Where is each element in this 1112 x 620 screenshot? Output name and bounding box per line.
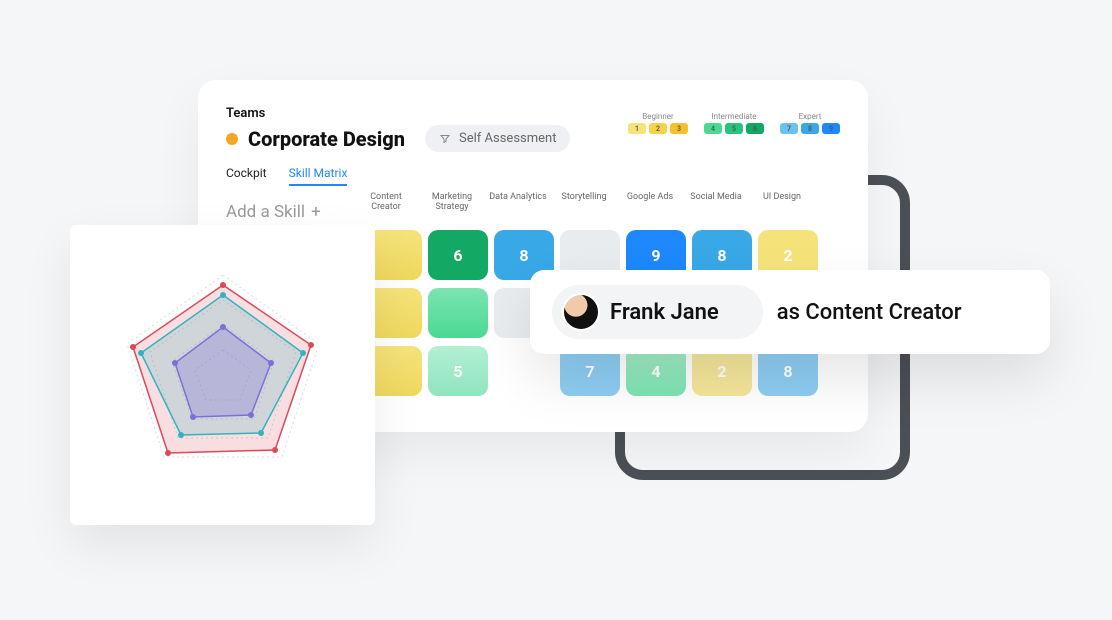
legend-cell: 8: [801, 123, 819, 134]
skill-header: Google Ads: [620, 192, 680, 212]
skill-header: Content Creator: [356, 192, 416, 212]
as-role-text: as Content Creator: [777, 300, 962, 325]
radar-chart: [93, 245, 353, 505]
skill-level-legend: Beginner 1 2 3 Intermediate 4 5 6 Expert…: [628, 112, 840, 134]
plus-icon: +: [311, 202, 321, 222]
filter-icon: [439, 133, 451, 145]
legend-cell: 1: [628, 123, 646, 134]
self-assessment-label: Self Assessment: [459, 131, 556, 146]
legend-cell: 6: [746, 123, 764, 134]
legend-expert-label: Expert: [799, 112, 822, 121]
add-skill-button[interactable]: Add a Skill +: [226, 202, 321, 222]
skill-cell[interactable]: 5: [428, 346, 488, 396]
radar-chart-card: [70, 225, 375, 525]
skill-header: Marketing Strategy: [422, 192, 482, 212]
legend-cell: 5: [725, 123, 743, 134]
person-name: Frank Jane: [610, 300, 719, 325]
skill-header: Social Media: [686, 192, 746, 212]
legend-beginner-label: Beginner: [642, 112, 673, 121]
page-title: Corporate Design: [248, 127, 405, 151]
skill-cell[interactable]: [428, 288, 488, 338]
legend-cell: 4: [704, 123, 722, 134]
person-pill[interactable]: Frank Jane: [552, 285, 763, 339]
legend-cell: 7: [780, 123, 798, 134]
legend-cell: 2: [649, 123, 667, 134]
legend-intermediate-label: Intermediate: [711, 112, 756, 121]
team-color-dot: [226, 133, 238, 145]
skill-header: Data Analytics: [488, 192, 548, 212]
person-skill-overlay: Frank Jane as Content Creator: [530, 270, 1050, 354]
legend-cell: 3: [670, 123, 688, 134]
skill-cell[interactable]: 6: [428, 230, 488, 280]
tab-cockpit[interactable]: Cockpit: [226, 166, 267, 186]
skill-header: Storytelling: [554, 192, 614, 212]
legend-cell: 9: [822, 123, 840, 134]
skill-header: UI Design: [752, 192, 812, 212]
tab-skill-matrix[interactable]: Skill Matrix: [289, 166, 348, 186]
avatar: [562, 293, 600, 331]
self-assessment-chip[interactable]: Self Assessment: [425, 125, 570, 152]
add-skill-label: Add a Skill: [226, 202, 305, 222]
